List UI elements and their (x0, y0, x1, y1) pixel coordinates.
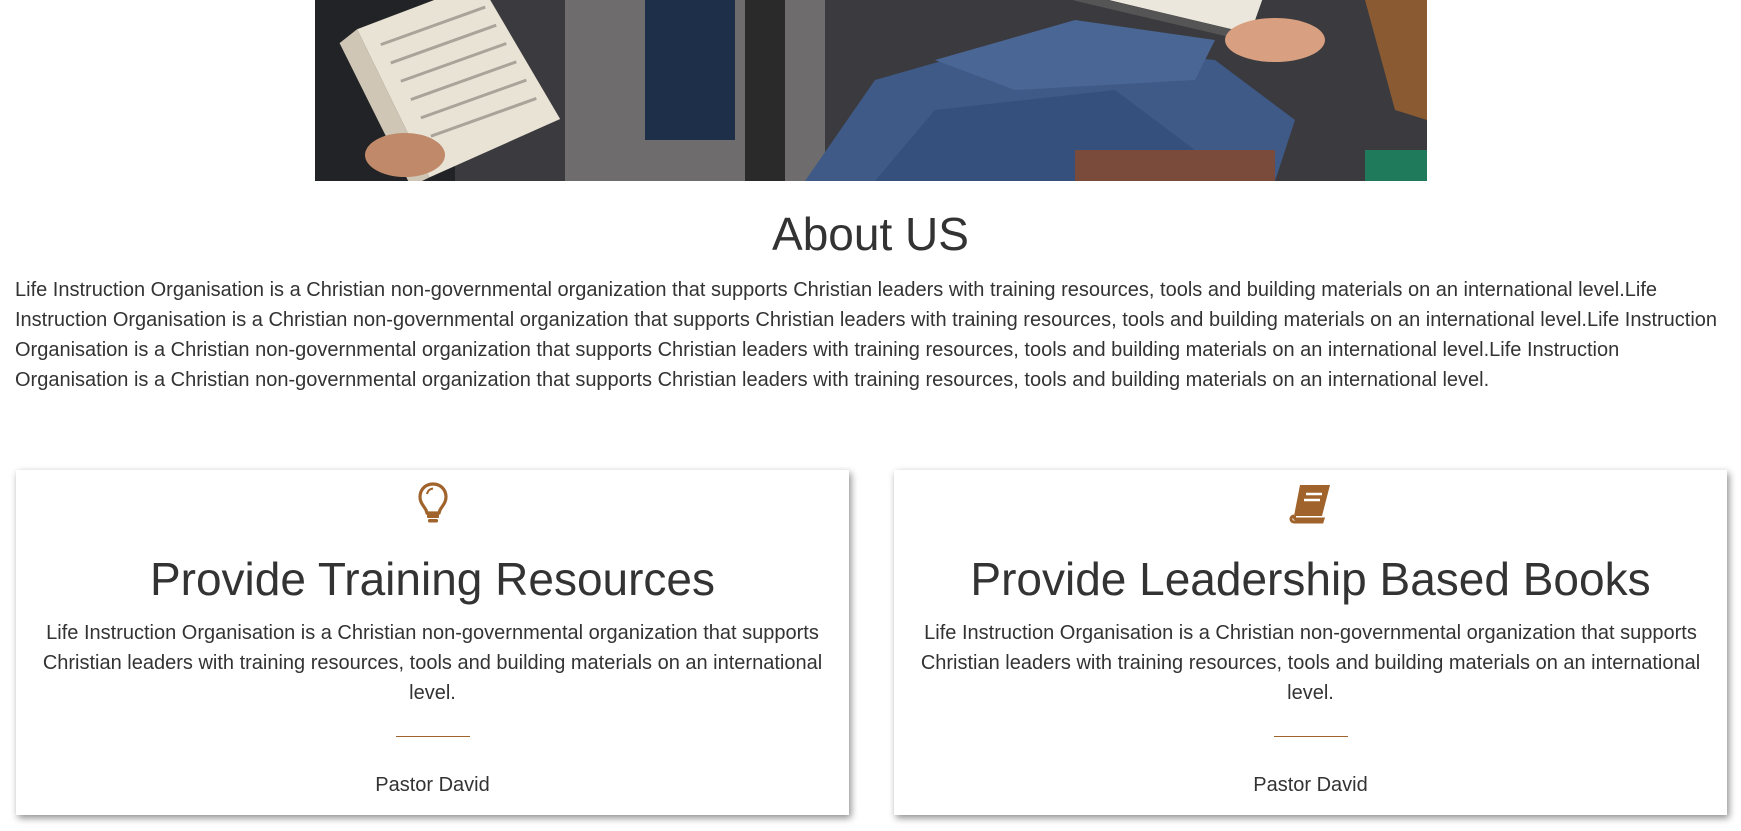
about-title: About US (772, 208, 969, 260)
hero-image (315, 0, 1427, 181)
feature-card-training: Provide Training Resources Life Instruct… (16, 470, 849, 815)
card-title: Provide Leadership Based Books (970, 553, 1651, 605)
card-author: Pastor David (1253, 774, 1368, 796)
card-divider (395, 736, 470, 737)
book-icon (894, 480, 1727, 526)
card-divider (1273, 736, 1348, 737)
card-author: Pastor David (375, 774, 490, 796)
hero-photo-illustration (315, 0, 1427, 181)
lightbulb-icon (16, 480, 849, 526)
card-description: Life Instruction Organisation is a Chris… (920, 622, 1701, 704)
card-description: Life Instruction Organisation is a Chris… (42, 622, 823, 704)
about-description: Life Instruction Organisation is a Chris… (15, 279, 1718, 391)
feature-card-books: Provide Leadership Based Books Life Inst… (894, 470, 1727, 815)
card-title: Provide Training Resources (149, 553, 716, 605)
